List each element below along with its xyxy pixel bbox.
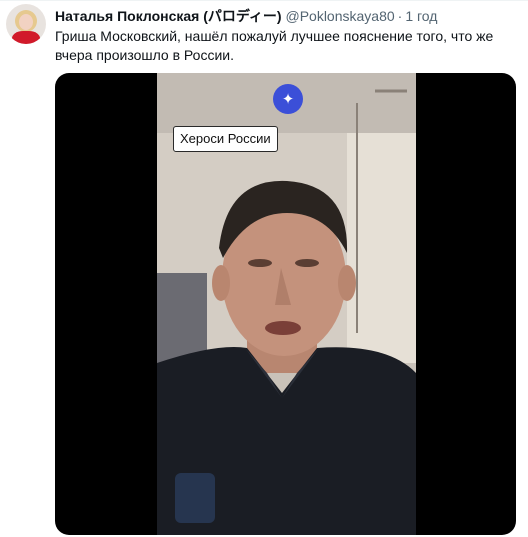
tweet-header: Наталья Поклонская (パロディー) @Poklonskaya8… [55, 6, 437, 26]
user-avatar[interactable] [6, 4, 46, 44]
tweet-text: Гриша Московский, нашёл пожалуй лучшее п… [55, 28, 494, 63]
tweet-view: Наталья Поклонская (パロディー) @Poklonskaya8… [0, 0, 528, 537]
display-name[interactable]: Наталья Поклонская (パロディー) [55, 8, 282, 24]
video-caption: Хероси России [173, 126, 278, 152]
video-frame[interactable]: ✦ Хероси России [157, 73, 416, 535]
video-player[interactable]: ✦ Хероси России [55, 73, 516, 535]
user-handle[interactable]: @Poklonskaya80 [285, 8, 394, 24]
separator-dot: · [397, 8, 403, 24]
divider [0, 0, 528, 1]
sparkle-icon[interactable]: ✦ [273, 84, 303, 114]
tweet-timestamp[interactable]: 1 год [405, 8, 437, 24]
